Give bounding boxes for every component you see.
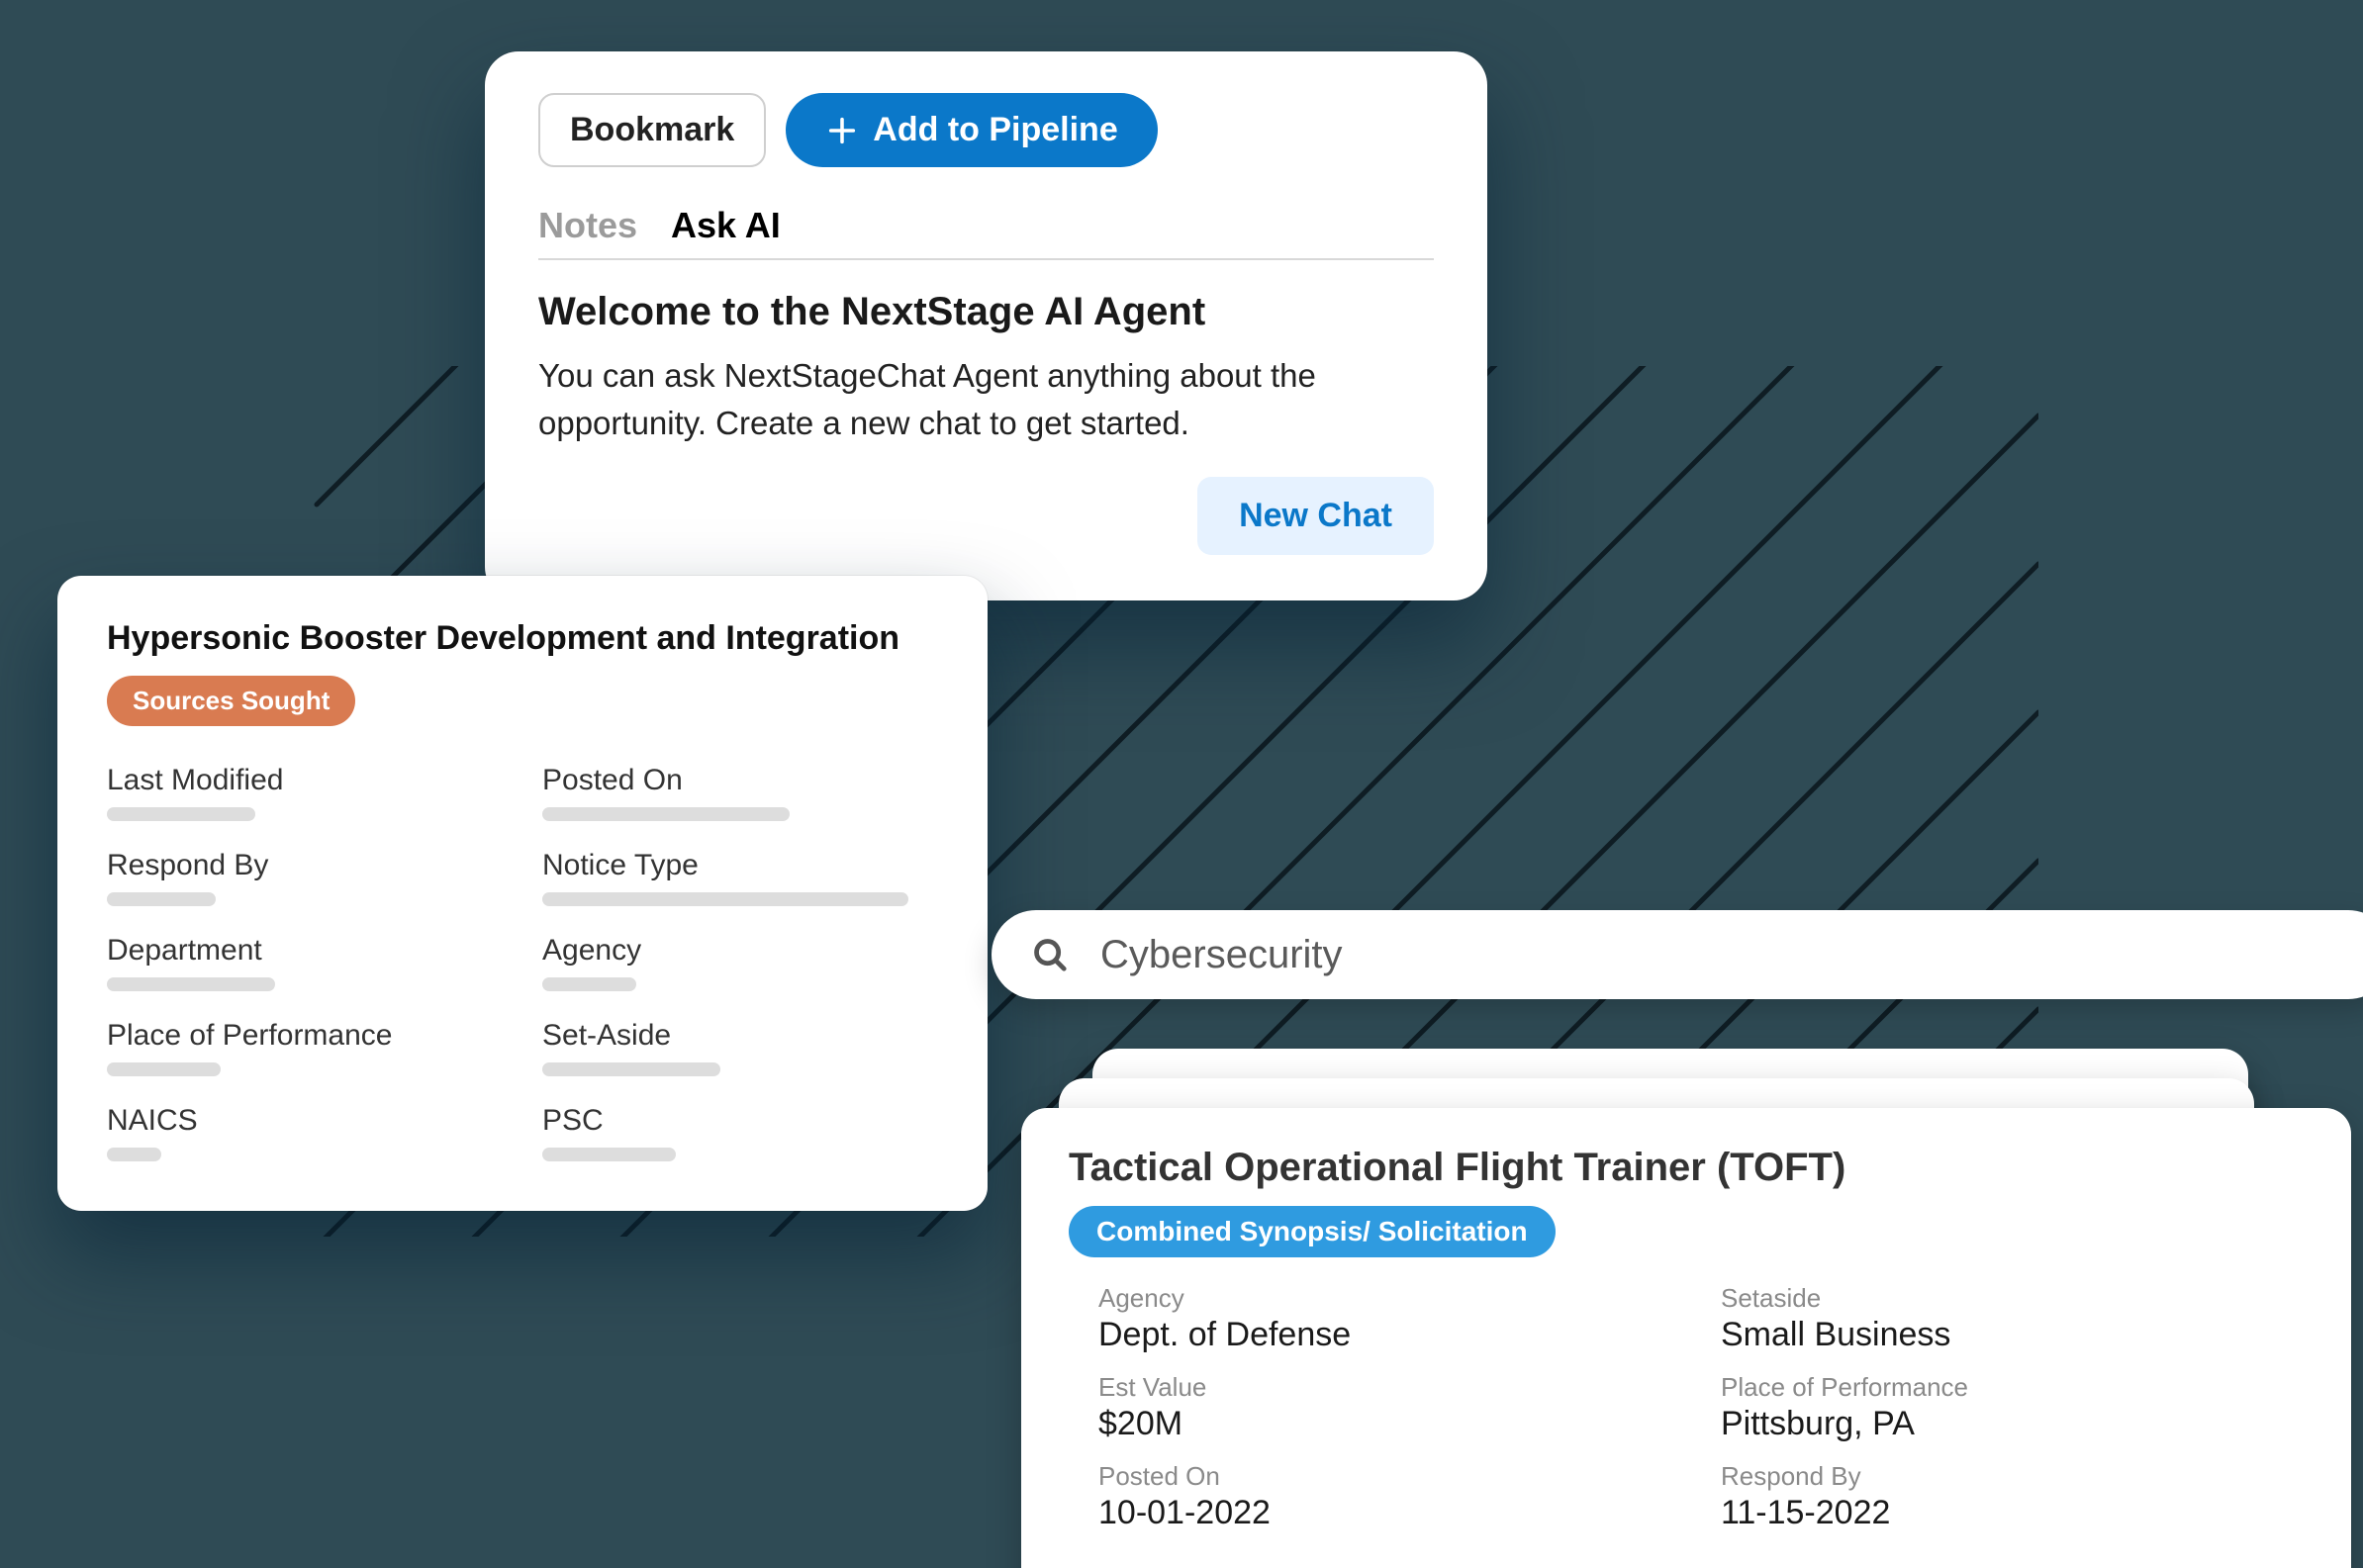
field-set-aside: Set-Aside bbox=[542, 1019, 938, 1076]
search-result-stack: Tactical Operational Flight Trainer (TOF… bbox=[1021, 1049, 2308, 1553]
ai-agent-heading: Welcome to the NextStage AI Agent bbox=[538, 290, 1434, 334]
skeleton-value bbox=[542, 1062, 720, 1076]
stage: Bookmark Add to Pipeline Notes Ask AI We… bbox=[0, 0, 2363, 1568]
field-label: Set-Aside bbox=[542, 1019, 938, 1053]
field-label: NAICS bbox=[107, 1104, 503, 1138]
skeleton-value bbox=[107, 1148, 161, 1161]
opportunity-tag: Sources Sought bbox=[107, 676, 355, 726]
field-agency: Agency bbox=[542, 934, 938, 991]
field-value: Small Business bbox=[1721, 1316, 2304, 1354]
field-posted-on: Posted On bbox=[542, 764, 938, 821]
field-place-of-performance: Place of Performance bbox=[107, 1019, 503, 1076]
search-input[interactable] bbox=[1098, 932, 2353, 978]
skeleton-value bbox=[107, 892, 216, 906]
field-label: Place of Performance bbox=[107, 1019, 503, 1053]
ai-agent-actions: Bookmark Add to Pipeline bbox=[538, 93, 1434, 167]
field-value: Dept. of Defense bbox=[1098, 1316, 1681, 1354]
ai-agent-panel: Bookmark Add to Pipeline Notes Ask AI We… bbox=[485, 51, 1487, 600]
field-label: Respond By bbox=[1721, 1461, 2304, 1492]
field-label: Setaside bbox=[1721, 1283, 2304, 1314]
tab-notes[interactable]: Notes bbox=[538, 205, 637, 246]
field-value: 10-01-2022 bbox=[1098, 1494, 1681, 1532]
add-to-pipeline-label: Add to Pipeline bbox=[873, 111, 1117, 149]
skeleton-value bbox=[107, 977, 275, 991]
add-to-pipeline-button[interactable]: Add to Pipeline bbox=[786, 93, 1157, 167]
field-setaside: SetasideSmall Business bbox=[1721, 1283, 2304, 1354]
skeleton-value bbox=[542, 977, 636, 991]
opportunity-title: Hypersonic Booster Development and Integ… bbox=[107, 619, 938, 658]
field-last-modified: Last Modified bbox=[107, 764, 503, 821]
field-department: Department bbox=[107, 934, 503, 991]
field-label: Est Value bbox=[1098, 1372, 1681, 1403]
field-label: Agency bbox=[1098, 1283, 1681, 1314]
result-title: Tactical Operational Flight Trainer (TOF… bbox=[1069, 1146, 2304, 1190]
field-value: $20M bbox=[1098, 1405, 1681, 1443]
ai-agent-tabs: Notes Ask AI bbox=[538, 205, 1434, 260]
skeleton-value bbox=[542, 807, 790, 821]
field-value: 11-15-2022 bbox=[1721, 1494, 2304, 1532]
ai-agent-body: You can ask NextStageChat Agent anything… bbox=[538, 352, 1434, 447]
field-naics: NAICS bbox=[107, 1104, 503, 1161]
search-icon bbox=[1031, 936, 1069, 973]
tab-ask-ai[interactable]: Ask AI bbox=[671, 205, 781, 246]
skeleton-value bbox=[542, 892, 908, 906]
opportunity-field-grid: Last Modified Posted On Respond By Notic… bbox=[107, 764, 938, 1161]
field-agency: AgencyDept. of Defense bbox=[1098, 1283, 1681, 1354]
skeleton-value bbox=[542, 1148, 676, 1161]
search-bar[interactable] bbox=[992, 910, 2363, 999]
result-field-grid: AgencyDept. of Defense SetasideSmall Bus… bbox=[1069, 1283, 2304, 1532]
field-label: Department bbox=[107, 934, 503, 968]
bookmark-button[interactable]: Bookmark bbox=[538, 93, 766, 167]
field-place-of-performance: Place of PerformancePittsburg, PA bbox=[1721, 1372, 2304, 1443]
field-respond-by: Respond By11-15-2022 bbox=[1721, 1461, 2304, 1532]
field-respond-by: Respond By bbox=[107, 849, 503, 906]
skeleton-value bbox=[107, 1062, 221, 1076]
skeleton-value bbox=[107, 807, 255, 821]
field-label: PSC bbox=[542, 1104, 938, 1138]
field-posted-on: Posted On10-01-2022 bbox=[1098, 1461, 1681, 1532]
field-notice-type: Notice Type bbox=[542, 849, 938, 906]
field-label: Notice Type bbox=[542, 849, 938, 882]
opportunity-detail-panel: Hypersonic Booster Development and Integ… bbox=[57, 576, 988, 1211]
result-card[interactable]: Tactical Operational Flight Trainer (TOF… bbox=[1021, 1108, 2351, 1568]
result-tag: Combined Synopsis/ Solicitation bbox=[1069, 1206, 1556, 1257]
field-label: Last Modified bbox=[107, 764, 503, 797]
field-est-value: Est Value$20M bbox=[1098, 1372, 1681, 1443]
new-chat-button[interactable]: New Chat bbox=[1197, 477, 1434, 555]
field-label: Posted On bbox=[1098, 1461, 1681, 1492]
field-label: Place of Performance bbox=[1721, 1372, 2304, 1403]
plus-icon bbox=[825, 114, 859, 147]
field-value: Pittsburg, PA bbox=[1721, 1405, 2304, 1443]
field-label: Agency bbox=[542, 934, 938, 968]
field-label: Respond By bbox=[107, 849, 503, 882]
field-label: Posted On bbox=[542, 764, 938, 797]
field-psc: PSC bbox=[542, 1104, 938, 1161]
